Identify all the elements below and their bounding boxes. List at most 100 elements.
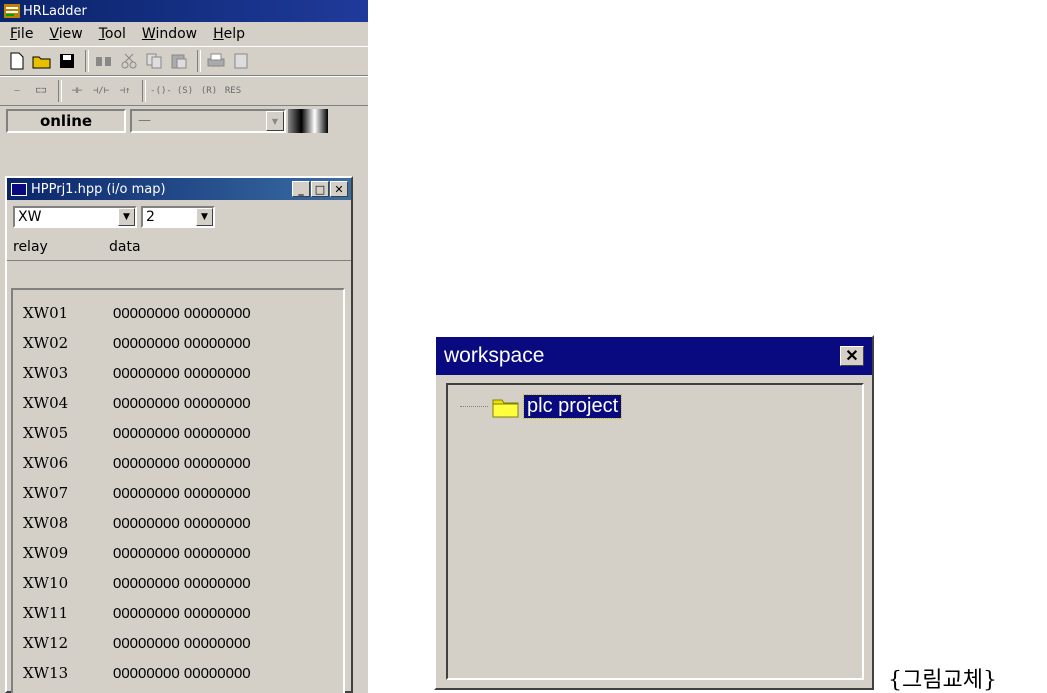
workspace-title: workspace	[444, 344, 545, 367]
tree-item-plc-project[interactable]: plc project	[460, 394, 623, 419]
workspace-tree: plc project	[446, 383, 864, 680]
caption-text: {그림교체}	[888, 668, 997, 693]
paste-icon[interactable]	[168, 50, 190, 72]
table-row[interactable]: XW01 00000000 00000000	[13, 298, 343, 328]
io-map-title: HPPrj1.hpp (i/o map)	[31, 181, 166, 197]
relay-cell: XW04	[23, 394, 69, 412]
relay-cell: XW07	[23, 484, 69, 502]
data-cell: 00000000 00000000	[113, 604, 251, 622]
online-status-button[interactable]: online	[6, 109, 126, 133]
workspace-panel: workspace ✕ plc project	[434, 335, 874, 690]
toolbar-separator	[85, 50, 89, 72]
window-icon	[11, 182, 27, 196]
coil-res-icon[interactable]: RES	[222, 82, 244, 100]
data-cell: 00000000 00000000	[113, 574, 251, 592]
chevron-down-icon[interactable]: ▼	[118, 208, 135, 226]
relay-cell: XW08	[23, 514, 69, 532]
cut-icon[interactable]	[118, 50, 140, 72]
coil-set-icon[interactable]: (S)	[174, 82, 196, 100]
app-titlebar: HRLadder	[0, 0, 368, 22]
contact-p-icon[interactable]: ⊣↑	[114, 82, 136, 100]
menu-file[interactable]: File	[2, 22, 41, 46]
minimize-icon[interactable]: _	[292, 181, 310, 197]
open-folder-icon[interactable]	[31, 50, 53, 72]
close-icon[interactable]: ✕	[840, 346, 864, 366]
io-map-titlebar: HPPrj1.hpp (i/o map) _ □ ✕	[7, 178, 351, 200]
contact-no-icon[interactable]: ⊣⊢	[66, 82, 88, 100]
data-cell: 00000000 00000000	[113, 364, 251, 382]
menu-view[interactable]: View	[41, 22, 90, 46]
relay-cell: XW09	[23, 544, 69, 562]
tree-item-label[interactable]: plc project	[522, 394, 623, 419]
data-cell: 00000000 00000000	[113, 304, 251, 322]
mode-combo[interactable]: — ▼	[130, 109, 286, 133]
coil-reset-icon[interactable]: (R)	[198, 82, 220, 100]
contact-nc-icon[interactable]: ⊣/⊢	[90, 82, 112, 100]
device-select[interactable]: XW ▼	[13, 206, 137, 228]
data-cell: 00000000 00000000	[113, 484, 251, 502]
relay-cell: XW02	[23, 334, 69, 352]
data-cell: 00000000 00000000	[113, 514, 251, 532]
chevron-down-icon[interactable]: ▼	[196, 208, 213, 226]
menu-window[interactable]: Window	[134, 22, 205, 46]
data-cell: 00000000 00000000	[113, 634, 251, 652]
io-map-controls: XW ▼ 2 ▼	[7, 200, 351, 234]
toolbar-separator	[58, 80, 62, 102]
standard-toolbar	[0, 46, 368, 76]
table-row[interactable]: XW13 00000000 00000000	[13, 658, 343, 688]
ladder-toolbar: — ⊏⊐ ⊣⊢ ⊣/⊢ ⊣↑ -()- (S) (R) RES	[0, 76, 368, 106]
data-cell: 00000000 00000000	[113, 544, 251, 562]
chevron-down-icon[interactable]: ▼	[266, 111, 284, 131]
relay-cell: XW12	[23, 634, 69, 652]
save-icon[interactable]	[56, 50, 78, 72]
copy-icon[interactable]	[143, 50, 165, 72]
table-row[interactable]: XW12 00000000 00000000	[13, 628, 343, 658]
print-icon[interactable]	[205, 50, 227, 72]
preview-icon[interactable]	[230, 50, 252, 72]
folder-icon	[492, 396, 520, 418]
menu-bar: File View Tool Window Help	[0, 22, 368, 46]
menu-help[interactable]: Help	[205, 22, 253, 46]
tree-connector	[460, 406, 488, 407]
maximize-icon[interactable]: □	[311, 181, 329, 197]
device-select-value: XW	[18, 209, 42, 225]
toolbar-separator	[197, 50, 201, 72]
relay-cell: XW05	[23, 424, 69, 442]
table-row[interactable]: XW07 00000000 00000000	[13, 478, 343, 508]
window-controls: _ □ ✕	[292, 181, 348, 197]
table-row[interactable]: XW08 00000000 00000000	[13, 508, 343, 538]
app-icon	[4, 4, 20, 18]
table-row[interactable]: XW06 00000000 00000000	[13, 448, 343, 478]
table-row[interactable]: XW09 00000000 00000000	[13, 538, 343, 568]
connection-graphic	[288, 109, 328, 133]
table-row[interactable]: XW03 00000000 00000000	[13, 358, 343, 388]
relay-cell: XW01	[23, 304, 69, 322]
io-map-list[interactable]: XW01 00000000 00000000 XW02 00000000 00000…	[11, 288, 345, 693]
relay-cell: XW10	[23, 574, 69, 592]
table-row[interactable]: XW05 00000000 00000000	[13, 418, 343, 448]
data-cell: 00000000 00000000	[113, 424, 251, 442]
menu-tool[interactable]: Tool	[91, 22, 134, 46]
mode-combo-value: —	[138, 113, 151, 128]
data-cell: 00000000 00000000	[113, 454, 251, 472]
hrladder-window: HRLadder File View Tool Window Help — ⊏⊐…	[0, 0, 368, 693]
line-icon[interactable]: —	[6, 82, 28, 100]
table-row[interactable]: XW11 00000000 00000000	[13, 598, 343, 628]
index-select-value: 2	[146, 209, 155, 225]
find-icon[interactable]	[93, 50, 115, 72]
coil-icon[interactable]: -()-	[150, 82, 172, 100]
workspace-titlebar: workspace ✕	[436, 337, 872, 375]
close-icon[interactable]: ✕	[330, 181, 348, 197]
app-title: HRLadder	[23, 3, 87, 19]
table-row[interactable]: XW04 00000000 00000000	[13, 388, 343, 418]
relay-cell: XW11	[23, 604, 69, 622]
relay-cell: XW13	[23, 664, 69, 682]
data-cell: 00000000 00000000	[113, 394, 251, 412]
new-icon[interactable]	[6, 50, 28, 72]
index-select[interactable]: 2 ▼	[141, 206, 215, 228]
coil-line-icon[interactable]: ⊏⊐	[30, 82, 52, 100]
relay-header: relay	[13, 239, 48, 255]
table-row[interactable]: XW10 00000000 00000000	[13, 568, 343, 598]
data-header: data	[109, 239, 141, 255]
table-row[interactable]: XW02 00000000 00000000	[13, 328, 343, 358]
